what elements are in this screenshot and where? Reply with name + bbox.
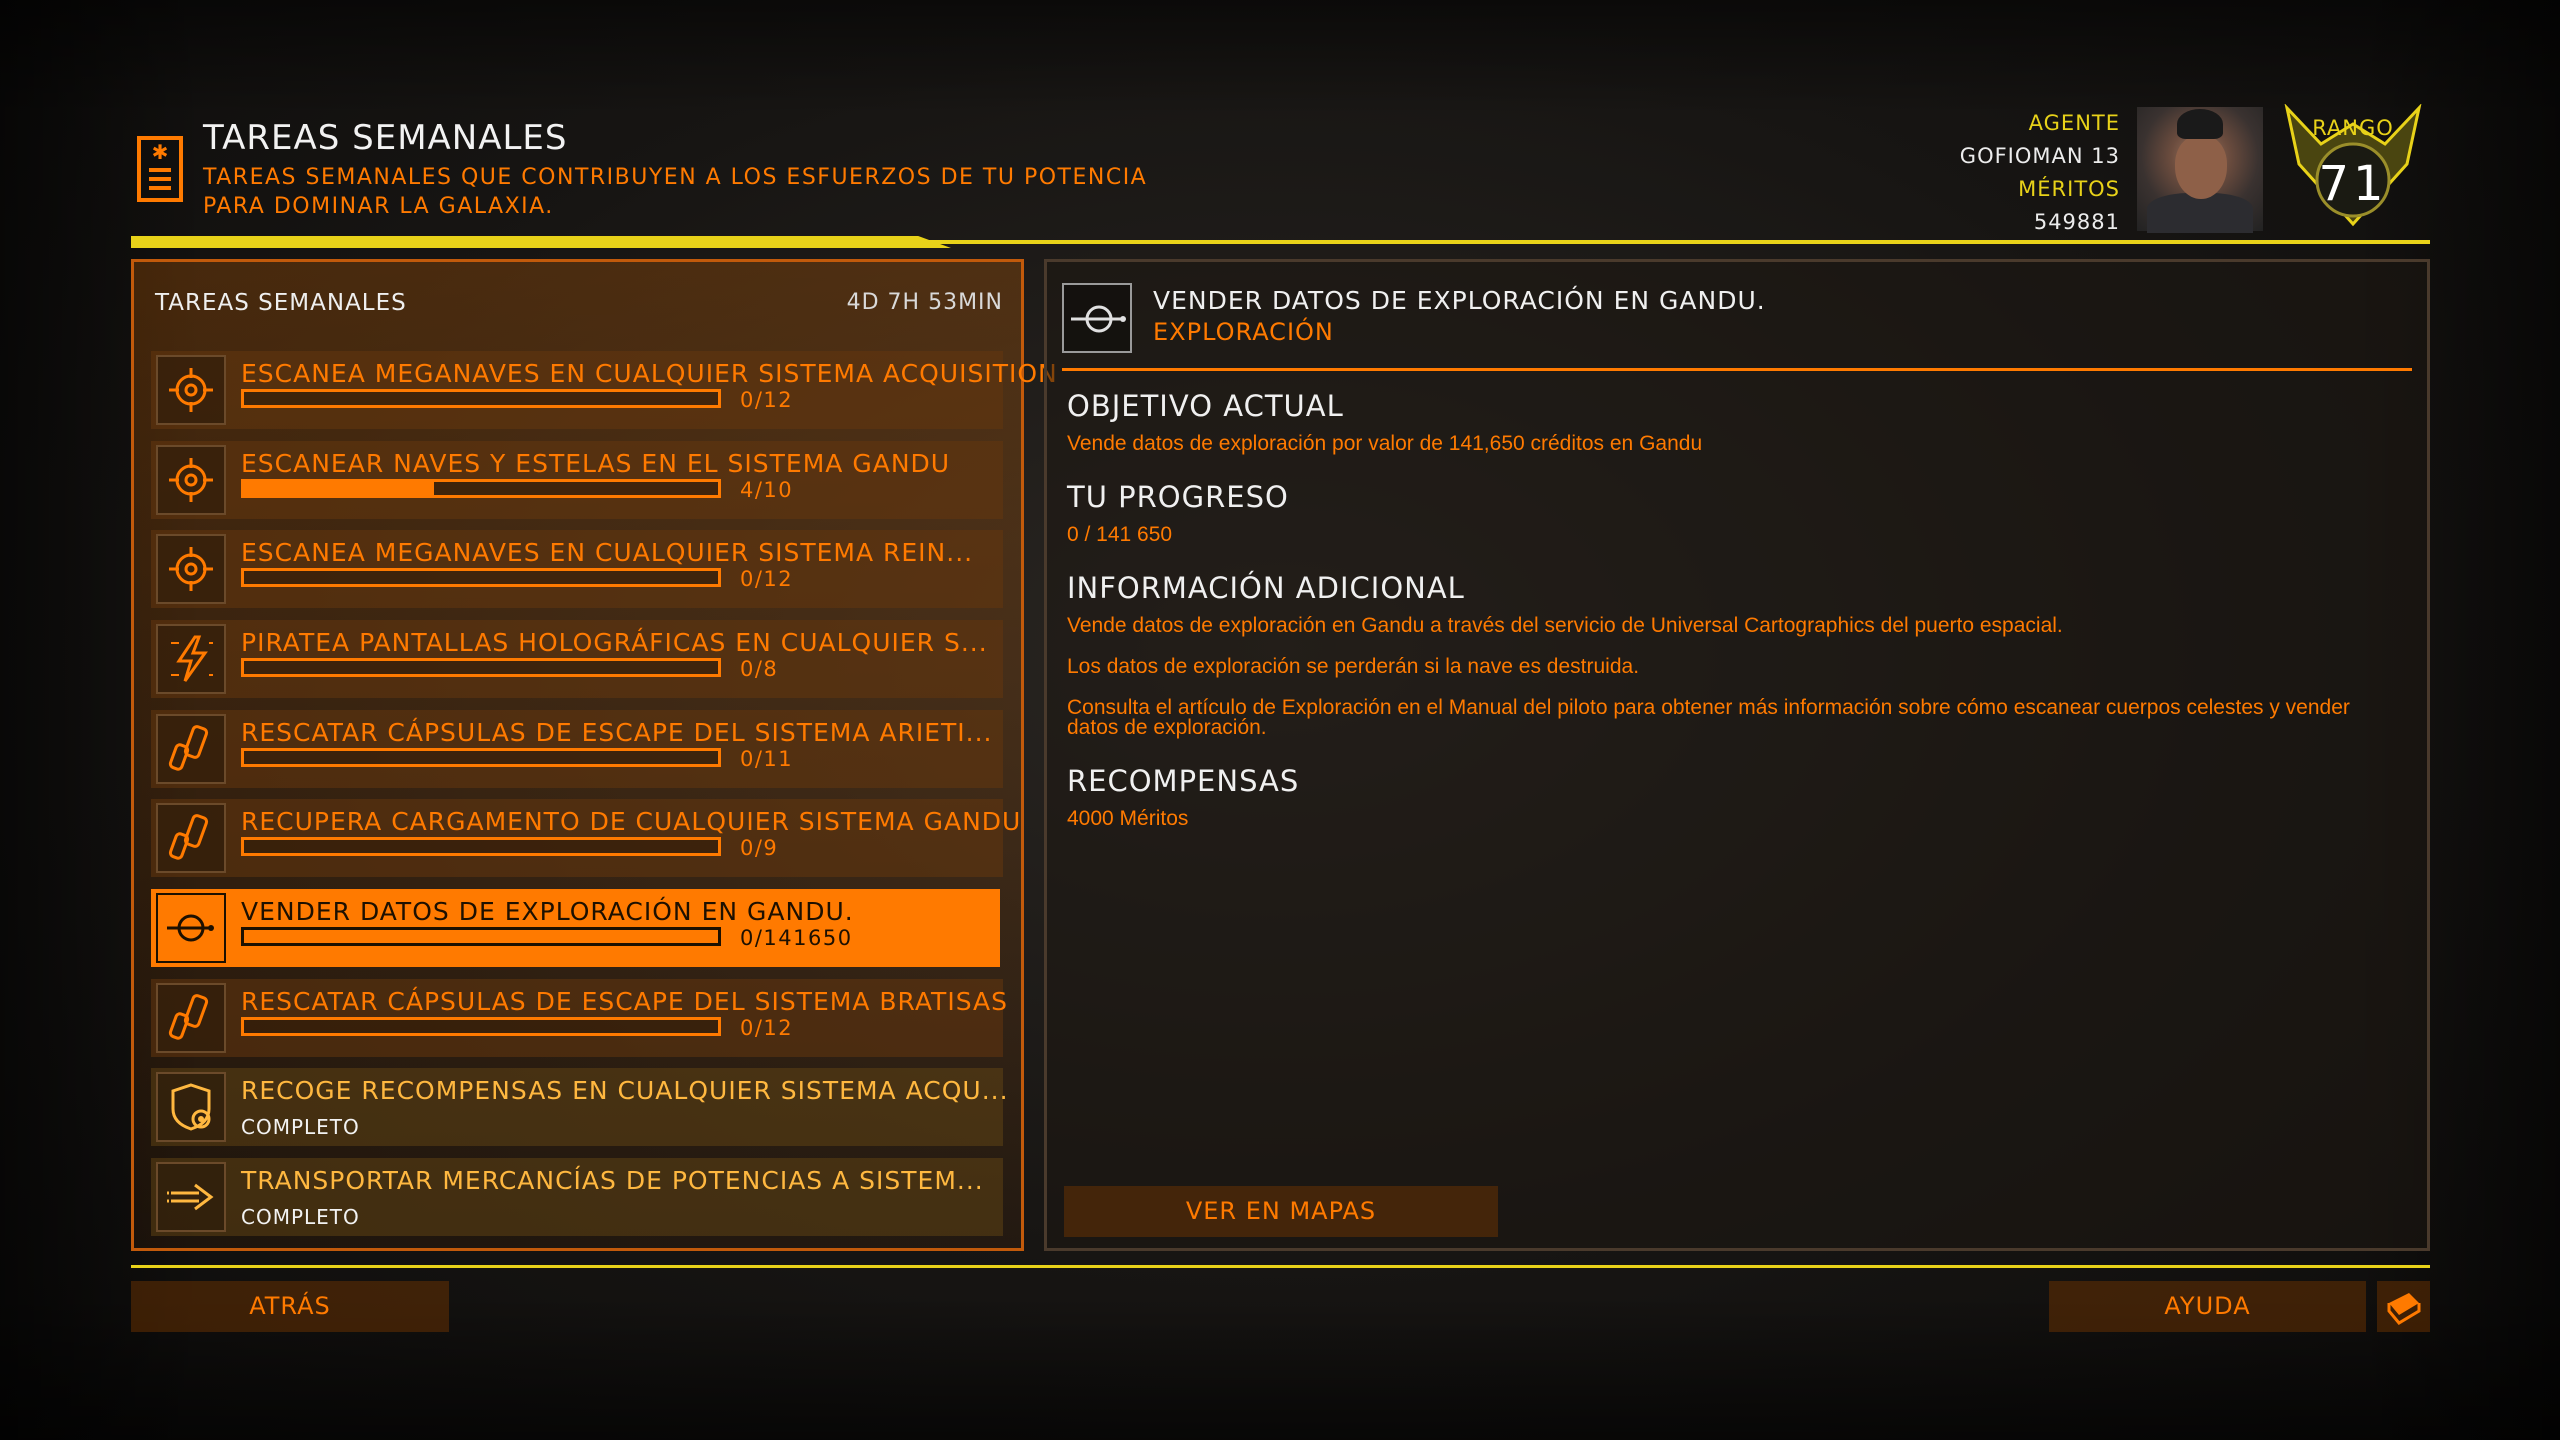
objective-heading: OBJETIVO ACTUAL bbox=[1067, 389, 1344, 423]
task-progress-fill bbox=[244, 482, 434, 495]
task-name: ESCANEAR NAVES Y ESTELAS EN EL SISTEMA G… bbox=[241, 449, 951, 478]
info-heading: INFORMACIÓN ADICIONAL bbox=[1067, 571, 1465, 605]
hack-lightning-icon bbox=[156, 624, 226, 694]
page-title: TAREAS SEMANALES bbox=[203, 118, 568, 158]
canister-icon bbox=[156, 803, 226, 873]
progress-text: 0 / 141 650 bbox=[1067, 523, 1173, 546]
canister-icon bbox=[156, 714, 226, 784]
task-progress-bar bbox=[241, 837, 721, 856]
task-progress-bar bbox=[241, 389, 721, 408]
task-progress-bar bbox=[241, 927, 721, 946]
task-status: COMPLETO bbox=[241, 1205, 360, 1229]
merits-value: 549881 bbox=[2033, 210, 2120, 234]
task-count: 0/12 bbox=[740, 388, 794, 412]
task-count: 0/11 bbox=[740, 747, 794, 771]
detail-title: VENDER DATOS DE EXPLORACIÓN EN GANDU. bbox=[1153, 286, 1766, 315]
task-progress-bar bbox=[241, 748, 721, 767]
page-subtitle: TAREAS SEMANALES QUE CONTRIBUYEN A LOS E… bbox=[203, 165, 1148, 219]
task-item-complete[interactable]: RECOGE RECOMPENSAS EN CUALQUIER SISTEMA … bbox=[151, 1068, 1008, 1146]
task-count: 0/12 bbox=[740, 567, 794, 591]
task-name: PIRATEA PANTALLAS HOLOGRÁFICAS EN CUALQU… bbox=[241, 628, 988, 657]
scan-target-icon bbox=[156, 534, 226, 604]
task-count: 0/9 bbox=[740, 836, 779, 860]
scan-target-icon bbox=[156, 355, 226, 425]
task-name: VENDER DATOS DE EXPLORACIÓN EN GANDU. bbox=[241, 897, 854, 926]
agent-label: AGENTE bbox=[2028, 111, 2120, 135]
task-progress-bar bbox=[241, 479, 721, 498]
task-name: RESCATAR CÁPSULAS DE ESCAPE DEL SISTEMA … bbox=[241, 987, 1008, 1016]
detail-type: EXPLORACIÓN bbox=[1153, 318, 1334, 346]
agent-info: AGENTE GOFIOMAN 13 MÉRITOS 549881 bbox=[1960, 107, 2120, 239]
task-item-complete[interactable]: TRANSPORTAR MERCANCÍAS DE POTENCIAS A SI… bbox=[151, 1158, 1003, 1236]
rank-label: RANGO bbox=[2312, 116, 2394, 140]
rank-value: 71 bbox=[2318, 156, 2388, 212]
task-item-selected[interactable]: VENDER DATOS DE EXPLORACIÓN EN GANDU. 0/… bbox=[151, 889, 1000, 967]
help-button[interactable]: AYUDA bbox=[2049, 1281, 2366, 1332]
bounty-gear-icon bbox=[156, 1072, 226, 1142]
manual-book-icon[interactable] bbox=[2377, 1281, 2430, 1332]
task-count: 0/12 bbox=[740, 1016, 794, 1040]
task-item[interactable]: PIRATEA PANTALLAS HOLOGRÁFICAS EN CUALQU… bbox=[151, 620, 1003, 698]
task-list-icon: ✱ bbox=[137, 136, 183, 202]
task-name: ESCANEA MEGANAVES EN CUALQUIER SISTEMA A… bbox=[241, 359, 1058, 388]
task-item[interactable]: RESCATAR CÁPSULAS DE ESCAPE DEL SISTEMA … bbox=[151, 710, 1003, 788]
footer-divider bbox=[131, 1265, 2430, 1268]
task-name: TRANSPORTAR MERCANCÍAS DE POTENCIAS A SI… bbox=[241, 1166, 984, 1195]
task-name: RESCATAR CÁPSULAS DE ESCAPE DEL SISTEMA … bbox=[241, 718, 993, 747]
progress-heading: TU PROGRESO bbox=[1067, 480, 1289, 514]
time-remaining: 4D 7H 53MIN bbox=[846, 290, 1003, 315]
agent-name: GOFIOMAN 13 bbox=[1959, 144, 2120, 168]
tasks-panel-title: TAREAS SEMANALES bbox=[155, 290, 407, 316]
task-item[interactable]: ESCANEA MEGANAVES EN CUALQUIER SISTEMA A… bbox=[151, 351, 1057, 429]
task-status: COMPLETO bbox=[241, 1115, 360, 1139]
task-item[interactable]: ESCANEAR NAVES Y ESTELAS EN EL SISTEMA G… bbox=[151, 441, 1003, 519]
exploration-probe-icon bbox=[156, 893, 226, 963]
back-button[interactable]: ATRÁS bbox=[131, 1281, 449, 1332]
info-text-3: Consulta el artículo de Exploración en e… bbox=[1067, 696, 2350, 739]
transport-arrow-icon bbox=[156, 1162, 226, 1232]
view-on-map-button[interactable]: VER EN MAPAS bbox=[1064, 1186, 1498, 1237]
weekly-tasks-panel: TAREAS SEMANALES 4D 7H 53MIN ESCANEA MEG… bbox=[131, 259, 1057, 1251]
task-name: RECOGE RECOMPENSAS EN CUALQUIER SISTEMA … bbox=[241, 1076, 1009, 1105]
task-count: 4/10 bbox=[740, 478, 794, 502]
agent-portrait bbox=[2137, 107, 2263, 233]
info-text-2: Los datos de exploración se perderán si … bbox=[1067, 655, 1640, 678]
scan-target-icon bbox=[156, 445, 226, 515]
task-count: 0/141650 bbox=[740, 926, 853, 950]
task-name: ESCANEA MEGANAVES EN CUALQUIER SISTEMA R… bbox=[241, 538, 974, 567]
detail-divider bbox=[1062, 368, 2412, 371]
merits-label: MÉRITOS bbox=[2018, 177, 2120, 201]
task-item[interactable]: ESCANEA MEGANAVES EN CUALQUIER SISTEMA R… bbox=[151, 530, 1003, 608]
task-count: 0/8 bbox=[740, 657, 779, 681]
rewards-heading: RECOMPENSAS bbox=[1067, 764, 1300, 798]
task-item[interactable]: RESCATAR CÁPSULAS DE ESCAPE DEL SISTEMA … bbox=[151, 979, 1007, 1057]
info-text-1: Vende datos de exploración en Gandu a tr… bbox=[1067, 614, 2063, 637]
task-progress-bar bbox=[241, 568, 721, 587]
rewards-text: 4000 Méritos bbox=[1067, 807, 1189, 830]
task-item[interactable]: RECUPERA CARGAMENTO DE CUALQUIER SISTEMA… bbox=[151, 799, 1020, 877]
canister-icon bbox=[156, 983, 226, 1053]
task-name: RECUPERA CARGAMENTO DE CUALQUIER SISTEMA… bbox=[241, 807, 1022, 836]
objective-text: Vende datos de exploración por valor de … bbox=[1067, 432, 1703, 455]
header-divider bbox=[131, 240, 2430, 244]
task-progress-bar bbox=[241, 1017, 721, 1036]
task-detail-panel: VENDER DATOS DE EXPLORACIÓN EN GANDU. EX… bbox=[1044, 259, 2430, 1251]
exploration-probe-icon bbox=[1062, 283, 1132, 353]
task-progress-bar bbox=[241, 658, 721, 677]
